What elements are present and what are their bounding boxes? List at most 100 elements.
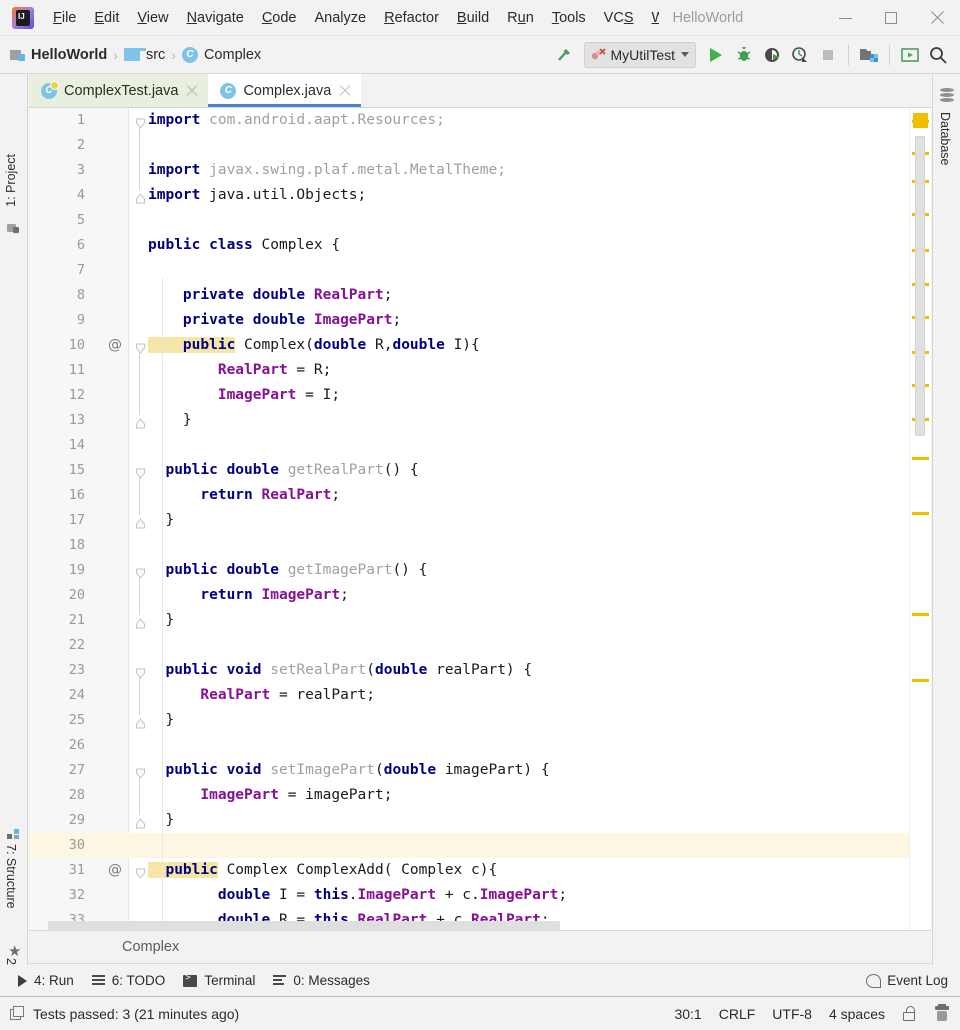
file-encoding[interactable]: UTF-8 — [772, 1006, 812, 1022]
fold-end-icon[interactable] — [135, 716, 145, 729]
code-line[interactable]: 4 import java.util.Objects; — [29, 183, 931, 208]
warning-stripe[interactable] — [912, 120, 929, 123]
tool-button-messages[interactable]: 0: Messages — [273, 973, 370, 988]
code-line[interactable]: 5 — [29, 208, 931, 233]
code-line[interactable]: 1 import com.android.aapt.Resources; — [29, 108, 931, 133]
code-line[interactable]: 18 — [29, 533, 931, 558]
code-editor[interactable]: 1 import com.android.aapt.Resources; 2 3 imp… — [29, 108, 931, 930]
code-line[interactable]: 17 } — [29, 508, 931, 533]
tab-complextest-java[interactable]: C ComplexTest.java — [29, 74, 209, 107]
hector-icon[interactable] — [934, 1003, 950, 1022]
code-line[interactable]: 29 } — [29, 808, 931, 833]
fold-collapse-icon[interactable] — [135, 566, 145, 579]
fold-end-icon[interactable] — [135, 516, 145, 529]
code-line[interactable]: 10 @ public Complex(double R,double I){ — [29, 333, 931, 358]
menu-item-vcs[interactable]: VCS — [595, 6, 643, 30]
gutter-override-icon[interactable]: @ — [107, 858, 123, 883]
build-hammer-icon[interactable] — [550, 41, 578, 69]
caret-position[interactable]: 30:1 — [674, 1006, 701, 1022]
warning-stripe[interactable] — [912, 512, 929, 515]
search-everywhere-button[interactable] — [924, 41, 952, 69]
code-line[interactable]: 7 — [29, 258, 931, 283]
breadcrumb-item-class[interactable]: C Complex — [181, 46, 261, 63]
vertical-scrollbar-thumb[interactable] — [915, 136, 925, 436]
code-line[interactable]: 16 return RealPart; — [29, 483, 931, 508]
breadcrumb-item-module[interactable]: HelloWorld — [10, 47, 107, 63]
code-line[interactable]: 24 RealPart = realPart; — [29, 683, 931, 708]
fold-collapse-icon[interactable] — [135, 766, 145, 779]
code-line[interactable]: 21 } — [29, 608, 931, 633]
menu-item-run[interactable]: Run — [498, 6, 543, 30]
code-line[interactable]: 9 private double ImagePart; — [29, 308, 931, 333]
tool-button-terminal[interactable]: Terminal — [183, 973, 255, 988]
code-line[interactable]: 15 public double getRealPart() { — [29, 458, 931, 483]
code-line[interactable]: 13 } — [29, 408, 931, 433]
menu-item-edit[interactable]: Edit — [85, 6, 128, 30]
close-icon[interactable] — [186, 85, 198, 97]
run-configuration-selector[interactable]: MyUtilTest — [584, 41, 696, 68]
update-project-button[interactable] — [896, 41, 924, 69]
code-line[interactable]: 31 @ public Complex ComplexAdd( Complex c… — [29, 858, 931, 883]
fold-end-icon[interactable] — [135, 816, 145, 829]
code-line[interactable]: 22 — [29, 633, 931, 658]
run-with-coverage-button[interactable] — [758, 41, 786, 69]
menu-item-build[interactable]: Build — [448, 6, 498, 30]
fold-collapse-icon[interactable] — [135, 466, 145, 479]
code-line[interactable]: 23 public void setRealPart(double realPa… — [29, 658, 931, 683]
code-line[interactable]: 11 RealPart = R; — [29, 358, 931, 383]
menu-item-navigate[interactable]: Navigate — [178, 6, 253, 30]
code-line[interactable]: 30 — [29, 833, 931, 858]
menu-item-file[interactable]: File — [44, 6, 85, 30]
code-line[interactable]: 27 public void setImagePart(double image… — [29, 758, 931, 783]
maximize-button[interactable] — [868, 0, 914, 36]
line-separator[interactable]: CRLF — [719, 1006, 756, 1022]
sidebar-item-project[interactable]: 1: Project — [4, 154, 18, 207]
breadcrumb-item-src[interactable]: src — [123, 47, 165, 63]
code-line[interactable]: 2 — [29, 133, 931, 158]
tool-button-run[interactable]: 4: Run — [18, 973, 74, 988]
debug-button[interactable] — [730, 41, 758, 69]
fold-collapse-icon[interactable] — [135, 341, 145, 354]
menu-item-analyze[interactable]: Analyze — [306, 6, 376, 30]
code-line[interactable]: 12 ImagePart = I; — [29, 383, 931, 408]
editor-breadcrumb-label[interactable]: Complex — [122, 939, 179, 955]
minimize-button[interactable] — [822, 0, 868, 36]
close-button[interactable] — [914, 0, 960, 36]
tab-complex-java[interactable]: C Complex.java — [208, 74, 362, 107]
code-line[interactable]: 14 — [29, 433, 931, 458]
fold-end-icon[interactable] — [135, 416, 145, 429]
fold-collapse-icon[interactable] — [135, 866, 145, 879]
project-structure-button[interactable] — [855, 41, 883, 69]
code-line[interactable]: 28 ImagePart = imagePart; — [29, 783, 931, 808]
menu-item-refactor[interactable]: Refactor — [375, 6, 448, 30]
gutter-override-icon[interactable]: @ — [107, 333, 123, 358]
event-log-button[interactable]: Event Log — [866, 973, 948, 988]
menu-item-tools[interactable]: Tools — [543, 6, 595, 30]
code-line[interactable]: 3 import javax.swing.plaf.metal.MetalThem… — [29, 158, 931, 183]
code-line[interactable]: 20 return ImagePart; — [29, 583, 931, 608]
warning-stripe[interactable] — [912, 613, 929, 616]
code-line[interactable]: 25 } — [29, 708, 931, 733]
fold-end-icon[interactable] — [135, 191, 145, 204]
code-line[interactable]: 32 double I = this.ImagePart + c.ImagePa… — [29, 883, 931, 908]
sidebar-item-structure[interactable]: 7: Structure — [4, 844, 18, 909]
code-line[interactable]: 6 public class Complex { — [29, 233, 931, 258]
code-line[interactable]: 8 private double RealPart; — [29, 283, 931, 308]
warning-stripe[interactable] — [912, 679, 929, 682]
run-button[interactable] — [702, 41, 730, 69]
menu-item-code[interactable]: Code — [253, 6, 306, 30]
lock-icon[interactable] — [903, 1006, 917, 1021]
warning-stripe[interactable] — [912, 457, 929, 460]
indent-setting[interactable]: 4 spaces — [829, 1006, 885, 1022]
horizontal-scrollbar-thumb[interactable] — [48, 921, 560, 930]
marker-bar[interactable] — [909, 108, 931, 930]
fold-collapse-icon[interactable] — [135, 116, 145, 129]
code-line[interactable]: 19 public double getImagePart() { — [29, 558, 931, 583]
profiler-button[interactable] — [786, 41, 814, 69]
menu-item-view[interactable]: View — [128, 6, 177, 30]
close-icon[interactable] — [339, 85, 351, 97]
tool-button-todo[interactable]: 6: TODO — [91, 973, 165, 988]
sidebar-item-database[interactable]: Database — [938, 112, 952, 166]
menu-item-w[interactable]: W — [643, 6, 659, 30]
fold-end-icon[interactable] — [135, 616, 145, 629]
